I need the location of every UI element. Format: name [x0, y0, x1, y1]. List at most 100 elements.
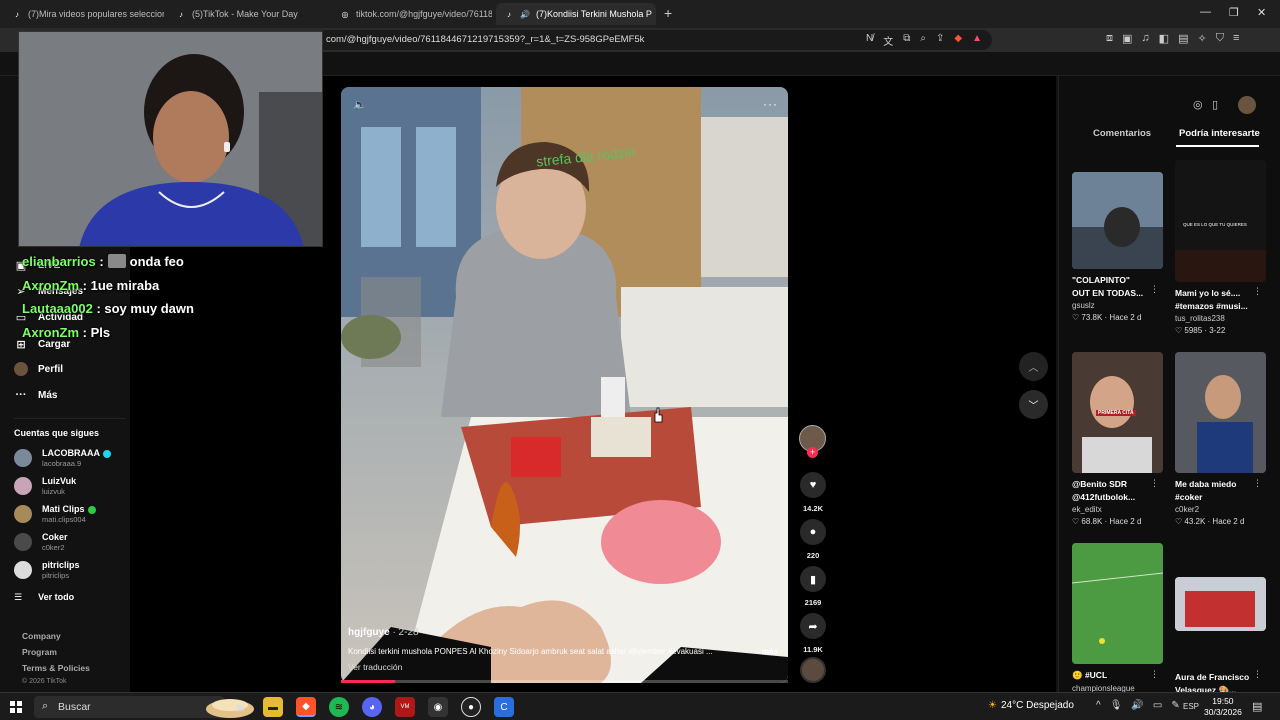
- save-action[interactable]: ▮ 2169: [800, 566, 826, 607]
- nav-profile[interactable]: Perfil: [14, 362, 63, 376]
- follow-plus-icon[interactable]: +: [807, 447, 818, 458]
- next-video-button[interactable]: ﹀: [1019, 390, 1048, 419]
- menu-icon[interactable]: ≡: [1233, 32, 1239, 45]
- close-tab-icon[interactable]: ✕: [652, 9, 656, 20]
- browser-tab-4[interactable]: ♪ 🔊 (7)Kondiisi Terkini Mushola P ✕: [496, 3, 656, 25]
- video-thumbnail[interactable]: [1175, 577, 1266, 631]
- url-bar[interactable]: com/@hgjfguye/video/7611844671219715359?…: [316, 30, 992, 50]
- device-icon[interactable]: ▯: [1212, 98, 1218, 111]
- brave-browser-icon[interactable]: ◆: [296, 697, 316, 717]
- browser-tab-2[interactable]: ♪ (5)TikTok - Make Your Day: [168, 3, 328, 25]
- pen-icon[interactable]: ✎: [1171, 700, 1179, 711]
- share-action[interactable]: ➦ 11.9K: [800, 613, 826, 654]
- notifications-icon[interactable]: ▤: [1252, 700, 1262, 713]
- video-thumbnail[interactable]: QUE ES LO QUE TU QUIERES: [1175, 160, 1266, 282]
- new-tab-button[interactable]: +: [664, 5, 672, 21]
- card-menu-icon[interactable]: ⋮: [1253, 478, 1262, 489]
- music-icon[interactable]: ♫: [1141, 32, 1149, 45]
- more-options-icon[interactable]: ···: [763, 97, 778, 111]
- share-icon[interactable]: ⇪: [936, 33, 944, 48]
- wallet-icon[interactable]: ▣: [1122, 32, 1132, 45]
- heart-icon[interactable]: ♥: [800, 472, 826, 498]
- capcut-icon[interactable]: C: [494, 697, 514, 717]
- close-window-icon[interactable]: ✕: [1257, 6, 1266, 19]
- video-progress-bar[interactable]: [341, 680, 788, 683]
- voicemeeter-icon[interactable]: VM: [395, 697, 415, 717]
- card-user[interactable]: ek_editx: [1072, 505, 1163, 515]
- weather-widget[interactable]: ☀ 24°C Despejado: [988, 700, 1074, 711]
- comment-icon[interactable]: ●: [800, 519, 826, 545]
- system-clock[interactable]: 19:50 30/3/2026: [1204, 696, 1242, 718]
- open-external-icon[interactable]: ⧉: [903, 33, 910, 48]
- minimize-icon[interactable]: —: [1200, 6, 1211, 18]
- language-indicator[interactable]: ESP: [1183, 702, 1199, 711]
- spotify-icon[interactable]: ≋: [329, 697, 349, 717]
- compass-icon[interactable]: ◎: [1193, 98, 1203, 111]
- restore-icon[interactable]: ❐: [1229, 6, 1239, 19]
- suggested-video-card[interactable]: PRIMERA CITA ⋮ @Benito SDR @412futbolok.…: [1072, 352, 1163, 527]
- video-thumbnail[interactable]: [1072, 543, 1163, 664]
- wallet-card-icon[interactable]: ▤: [1178, 32, 1188, 45]
- suggested-video-card[interactable]: ⋮ Aura de Francisco Velasquez 🎨...: [1175, 577, 1266, 696]
- tab-comments[interactable]: Comentarios: [1093, 128, 1151, 139]
- video-author[interactable]: hgjfguye: [348, 627, 390, 638]
- browser-tab-3[interactable]: ◎ tiktok.com/@hgjfguye/video/76118: [332, 3, 493, 25]
- chevron-up-icon[interactable]: ^: [1096, 700, 1101, 711]
- nav-more[interactable]: ··· Más: [14, 388, 58, 402]
- suggested-video-card[interactable]: ⋮ 🙂 #UCL championsleague: [1072, 543, 1163, 694]
- card-user[interactable]: gsuslz: [1072, 301, 1163, 311]
- card-user[interactable]: c0ker2: [1175, 505, 1266, 515]
- following-account-1[interactable]: LACOBRAAA lacobraaa.9: [14, 448, 111, 468]
- video-player[interactable]: strefa dla rodzin: [341, 87, 788, 683]
- card-menu-icon[interactable]: ⋮: [1150, 669, 1159, 680]
- brave-rewards-icon[interactable]: ▲: [972, 33, 982, 48]
- suggested-video-card[interactable]: QUE ES LO QUE TU QUIERES ⋮ Mami yo lo sé…: [1175, 160, 1266, 336]
- volume-icon[interactable]: 🔊: [1131, 700, 1143, 711]
- music-disc-icon[interactable]: [800, 657, 826, 683]
- no-tracking-icon[interactable]: N̸: [866, 33, 873, 48]
- bookmark-icon[interactable]: ▮: [800, 566, 826, 592]
- translate-icon[interactable]: 文: [883, 33, 893, 48]
- discord-icon[interactable]: ◕: [362, 697, 382, 717]
- taskbar-search[interactable]: ⌕ Buscar: [34, 696, 254, 718]
- zoom-icon[interactable]: ⌕: [920, 33, 926, 48]
- previous-video-button[interactable]: ︿: [1019, 352, 1048, 381]
- like-action[interactable]: ♥ 14.2K: [800, 472, 826, 513]
- see-all-link[interactable]: ☰ Ver todo: [14, 592, 74, 603]
- task-view-icon[interactable]: ▣: [230, 697, 250, 717]
- volume-icon[interactable]: 🔈: [353, 98, 367, 111]
- suggested-video-card[interactable]: ⋮ Me daba miedo #coker c0ker2 ♡ 43.2K · …: [1175, 352, 1266, 527]
- translate-link[interactable]: Ver traducción: [348, 662, 402, 672]
- vpn-shield-icon[interactable]: ⛉: [1216, 32, 1224, 45]
- video-thumbnail[interactable]: [1175, 352, 1266, 473]
- sidebar-icon[interactable]: ◧: [1159, 32, 1169, 45]
- following-account-3[interactable]: Mati Clips mati.clips004: [14, 504, 96, 524]
- extensions-icon[interactable]: ⧈: [1106, 32, 1113, 45]
- footer-company[interactable]: Company: [22, 631, 61, 641]
- video-thumbnail[interactable]: PRIMERA CITA: [1072, 352, 1163, 473]
- network-icon[interactable]: ▭: [1153, 700, 1162, 711]
- leo-icon[interactable]: ✧: [1197, 32, 1206, 45]
- browser-tab-1[interactable]: ♪ (7)Mira videos populares seleccionad: [4, 3, 164, 25]
- video-thumbnail[interactable]: [1072, 172, 1163, 269]
- following-account-5[interactable]: pitriclips pitriclips: [14, 560, 80, 580]
- comment-action[interactable]: ● 220: [800, 519, 826, 560]
- windows-start-icon[interactable]: [10, 701, 22, 713]
- suggested-video-card[interactable]: ⋮ "COLAPINTO" OUT EN TODAS... gsuslz ♡ 7…: [1072, 172, 1163, 323]
- card-menu-icon[interactable]: ⋮: [1150, 284, 1159, 295]
- card-menu-icon[interactable]: ⋮: [1253, 286, 1262, 297]
- user-avatar[interactable]: [1238, 96, 1256, 114]
- card-menu-icon[interactable]: ⋮: [1253, 669, 1262, 680]
- file-explorer-icon[interactable]: ▬: [263, 697, 283, 717]
- recording-app-icon[interactable]: ●: [461, 697, 481, 717]
- following-account-4[interactable]: Coker c0ker2: [14, 532, 68, 552]
- brave-shield-icon[interactable]: ◆: [954, 33, 962, 48]
- footer-terms[interactable]: Terms & Policies: [22, 663, 90, 673]
- microphone-icon[interactable]: 🎙: [1110, 700, 1123, 711]
- card-user[interactable]: tus_rolitas238: [1175, 314, 1266, 324]
- tab-interest[interactable]: Podría interesarte: [1179, 128, 1260, 139]
- share-arrow-icon[interactable]: ➦: [800, 613, 826, 639]
- footer-program[interactable]: Program: [22, 647, 57, 657]
- following-account-2[interactable]: LuizVuk luizvuk: [14, 476, 76, 496]
- see-more-button[interactable]: más: [762, 647, 778, 656]
